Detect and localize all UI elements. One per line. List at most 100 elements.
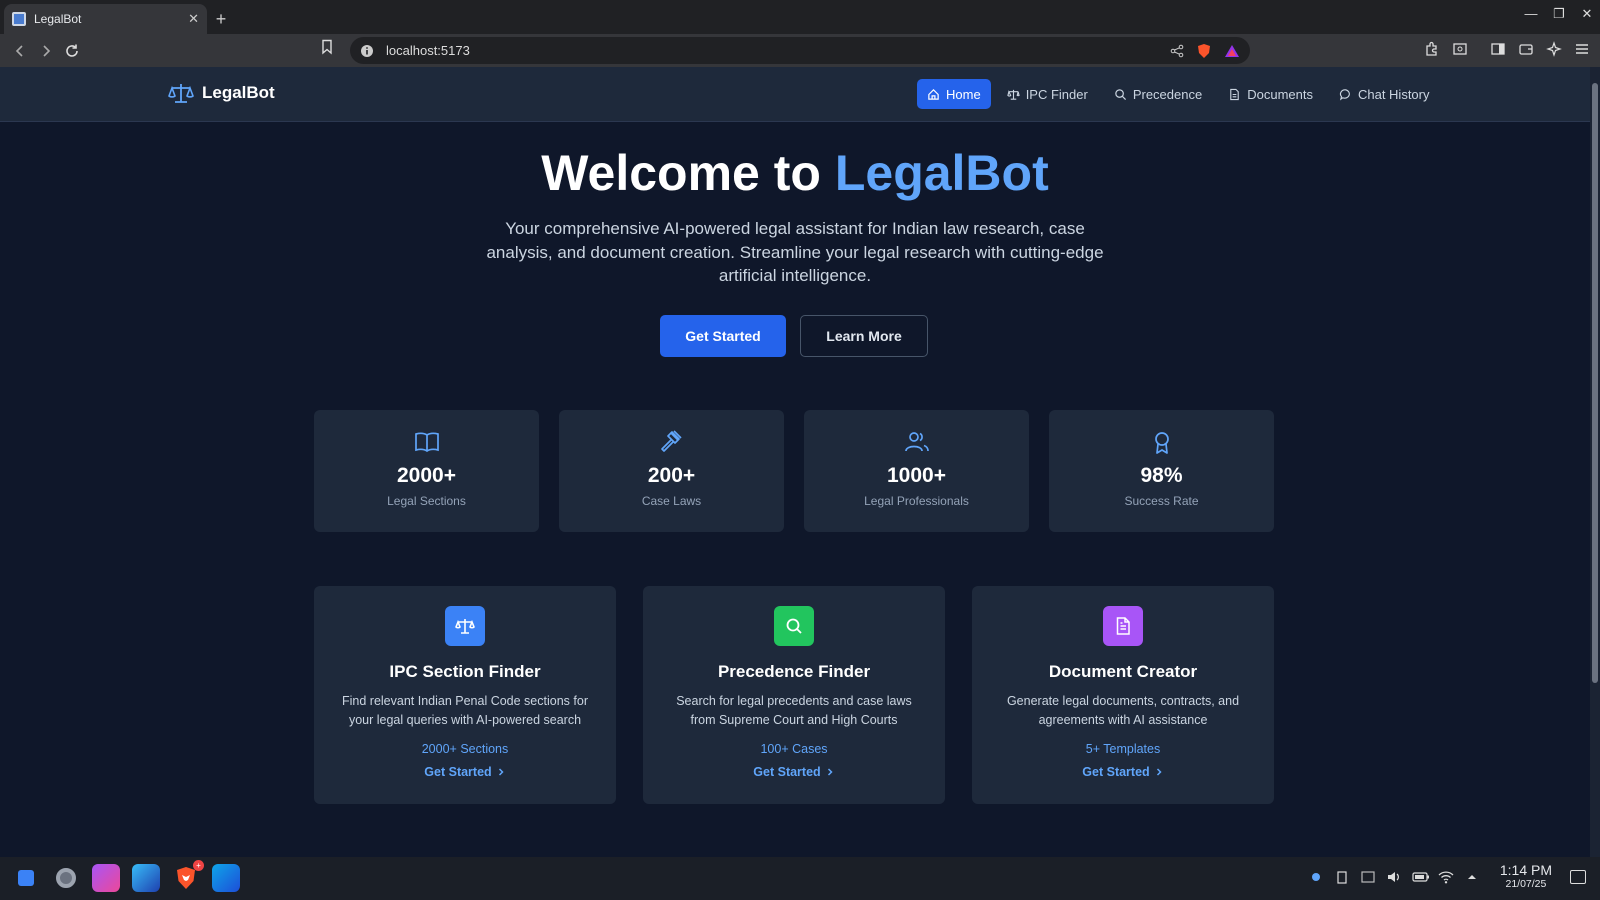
explorer-icon[interactable] — [132, 864, 160, 892]
nav-home[interactable]: Home — [917, 79, 991, 109]
stat-value: 1000+ — [887, 464, 946, 487]
url-text[interactable]: localhost:5173 — [386, 43, 1158, 58]
home-icon — [928, 88, 939, 100]
tab-close-icon[interactable]: ✕ — [188, 11, 199, 27]
scale-icon — [168, 84, 194, 103]
award-icon — [1154, 432, 1169, 454]
feature-icon-tile — [445, 606, 485, 646]
feature-title: Document Creator — [1048, 662, 1198, 681]
feature-title: Precedence Finder — [717, 662, 871, 681]
system-tray — [1308, 869, 1480, 885]
brand-logo[interactable]: LegalBot — [168, 81, 275, 105]
stat-label: Case Laws — [641, 494, 702, 508]
bookmark-icon[interactable] — [320, 39, 334, 55]
minimize-icon[interactable]: — — [1524, 6, 1538, 22]
tab-search-icon[interactable] — [1450, 39, 1470, 59]
menu-icon[interactable] — [1572, 39, 1592, 59]
settings-icon[interactable] — [52, 864, 80, 892]
clipboard-icon[interactable] — [1334, 869, 1350, 885]
wallet-icon[interactable] — [1516, 39, 1536, 59]
feature-card-documents[interactable]: Document Creator Generate legal document… — [972, 586, 1274, 804]
sidebar-icon[interactable] — [1488, 39, 1508, 59]
search-icon — [786, 618, 802, 634]
app-navbar: LegalBot Home IPC Finder Precedence Docu… — [0, 67, 1590, 122]
taskbar-apps: + — [12, 860, 240, 892]
site-info-icon[interactable] — [360, 44, 374, 58]
nav-precedence[interactable]: Precedence — [1104, 79, 1212, 109]
feature-card-ipc[interactable]: IPC Section Finder Find relevant Indian … — [314, 586, 616, 804]
nav-documents[interactable]: Documents — [1218, 79, 1323, 109]
chevron-up-icon[interactable] — [1464, 869, 1480, 885]
share-icon[interactable] — [1170, 44, 1184, 58]
nav-documents-label: Documents — [1247, 86, 1313, 102]
feature-cta[interactable]: Get Started — [753, 765, 834, 779]
brave-browser-icon[interactable]: + — [172, 860, 204, 892]
restore-icon[interactable]: ❐ — [1552, 6, 1566, 22]
notification-center-icon[interactable] — [1570, 870, 1586, 884]
nav-chat-history[interactable]: Chat History — [1329, 79, 1440, 109]
stat-value: 2000+ — [397, 464, 456, 487]
address-bar[interactable]: localhost:5173 — [350, 37, 1250, 64]
browser-toolbar: localhost:5173 — [0, 34, 1600, 67]
search-icon — [1115, 88, 1126, 100]
volume-icon[interactable] — [1386, 869, 1402, 885]
wifi-icon[interactable] — [1438, 869, 1454, 885]
new-tab-button[interactable]: + — [207, 4, 235, 34]
book-icon — [414, 432, 439, 453]
browser-tab-bar: LegalBot ✕ + — ❐ ✕ — [0, 0, 1600, 34]
stats-row: 2000+ Legal Sections 200+ Case Laws 1000… — [314, 410, 1274, 532]
feature-stat: 2000+ Sections — [421, 742, 509, 756]
feature-card-precedence[interactable]: Precedence Finder Search for legal prece… — [643, 586, 945, 804]
brave-shield-icon[interactable] — [1196, 43, 1212, 59]
keyboard-icon[interactable] — [1360, 869, 1376, 885]
users-icon — [904, 432, 929, 452]
extensions-icon[interactable] — [1422, 39, 1442, 59]
start-icon[interactable] — [12, 864, 40, 892]
system-clock[interactable]: 1:14 PM 21/07/25 — [1500, 862, 1552, 890]
scale-icon — [455, 619, 475, 634]
browser-tab[interactable]: LegalBot ✕ — [4, 4, 207, 34]
clock-time: 1:14 PM — [1499, 862, 1552, 878]
feature-icon-tile — [774, 606, 814, 646]
stat-card: 2000+ Legal Sections — [314, 410, 539, 532]
feature-cta[interactable]: Get Started — [1082, 765, 1163, 779]
forward-icon[interactable] — [34, 39, 58, 63]
tab-title: LegalBot — [34, 12, 82, 26]
feature-cta-label: Get Started — [753, 765, 821, 779]
brand-name: LegalBot — [202, 83, 275, 102]
page-scrollbar[interactable] — [1590, 67, 1600, 857]
chevron-right-icon — [1156, 768, 1162, 776]
scrollbar-thumb[interactable] — [1592, 83, 1598, 683]
stat-label: Legal Professionals — [864, 494, 969, 508]
battery-icon[interactable] — [1412, 869, 1429, 885]
stat-card: 200+ Case Laws — [559, 410, 784, 532]
brave-rewards-icon[interactable] — [1224, 43, 1240, 59]
hero-title: Welcome to LegalBot — [0, 144, 1590, 202]
get-started-button[interactable]: Get Started — [660, 315, 786, 357]
feature-cta-label: Get Started — [424, 765, 492, 779]
stat-card: 1000+ Legal Professionals — [804, 410, 1029, 532]
leo-ai-icon[interactable] — [1544, 39, 1564, 59]
feature-stat: 5+ Templates — [1085, 742, 1161, 756]
store-icon[interactable] — [92, 864, 120, 892]
back-icon[interactable] — [8, 39, 32, 63]
nav-ipc-finder-label: IPC Finder — [1025, 86, 1088, 102]
notification-badge: + — [193, 860, 204, 871]
main-nav: Home IPC Finder Precedence Documents Cha… — [917, 79, 1440, 109]
main-content: Welcome to LegalBot Your comprehensive A… — [0, 122, 1590, 857]
stat-card: 98% Success Rate — [1049, 410, 1274, 532]
document-icon — [1230, 88, 1239, 100]
close-window-icon[interactable]: ✕ — [1580, 6, 1594, 22]
nav-ipc-finder[interactable]: IPC Finder — [997, 79, 1098, 109]
hero-title-prefix: Welcome to — [541, 145, 835, 201]
feature-cta[interactable]: Get Started — [424, 765, 505, 779]
vscode-icon[interactable] — [212, 864, 240, 892]
os-taskbar: + 1:14 PM 21/07/25 — [0, 857, 1600, 900]
chat-icon — [1339, 88, 1350, 101]
gear-tray-icon[interactable] — [1308, 869, 1324, 885]
feature-cta-label: Get Started — [1082, 765, 1150, 779]
learn-more-button[interactable]: Learn More — [800, 315, 928, 357]
feature-title: IPC Section Finder — [389, 662, 541, 681]
nav-chat-history-label: Chat History — [1357, 86, 1430, 102]
reload-icon[interactable] — [60, 39, 84, 63]
